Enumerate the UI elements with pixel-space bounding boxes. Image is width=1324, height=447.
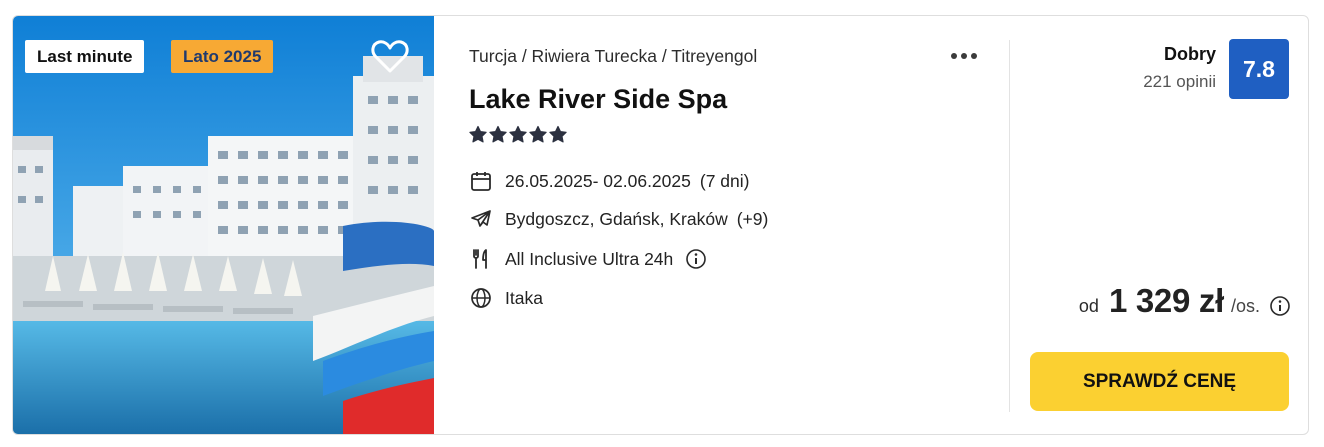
star-icon [469, 125, 487, 143]
price-amount: 1 329 zł [1108, 282, 1224, 319]
star-icon [529, 125, 547, 143]
more-dots-icon [949, 46, 979, 63]
hotel-image [13, 16, 434, 434]
breadcrumb[interactable]: Turcja / Riwiera Turecka / Titreyengol [469, 46, 757, 67]
hotel-name[interactable]: Lake River Side Spa [469, 84, 727, 115]
price-prefix: od [1078, 296, 1099, 316]
hotel-stars [469, 124, 579, 146]
price: od 1 329 zł /os. [1079, 282, 1260, 320]
globe-icon [469, 286, 493, 310]
plane-icon [469, 207, 493, 231]
dates-row: 26.05.2025- 02.06.2025 (7 dni) [469, 168, 749, 194]
price-info-icon[interactable] [1269, 295, 1291, 317]
departure-text: Bydgoszcz, Gdańsk, Kraków [505, 208, 728, 229]
more-options-button[interactable] [949, 45, 985, 67]
dates-text: 26.05.2025- 02.06.2025 [505, 170, 691, 191]
divider [1009, 40, 1010, 412]
operator-text: Itaka [505, 287, 543, 308]
star-icon [489, 125, 507, 143]
rating-label: Dobry [1163, 44, 1216, 64]
offer-card[interactable]: Last minute Lato 2025 Turcja / Riwiera T… [12, 15, 1309, 435]
check-price-button[interactable]: SPRAWDŹ CENĘ [1030, 352, 1289, 411]
departure-more[interactable]: (+9) [737, 209, 769, 230]
rating-score: 7.8 [1229, 39, 1289, 99]
price-suffix: /os. [1230, 296, 1260, 316]
board-row: All Inclusive Ultra 24h [469, 246, 707, 272]
star-icon [549, 125, 567, 143]
calendar-icon [469, 169, 493, 193]
last-minute-badge: Last minute [25, 40, 145, 73]
review-count[interactable]: 221 opinii [1143, 72, 1216, 92]
heart-icon [371, 40, 409, 73]
cutlery-icon [469, 247, 493, 271]
season-badge: Lato 2025 [171, 40, 274, 73]
favorite-button[interactable] [371, 38, 409, 74]
board-text: All Inclusive Ultra 24h [505, 248, 674, 269]
duration-text: (7 dni) [699, 170, 750, 191]
info-icon[interactable] [685, 248, 707, 270]
operator-row: Itaka [469, 285, 543, 311]
star-icon [509, 125, 527, 143]
departure-row: Bydgoszcz, Gdańsk, Kraków (+9) [469, 206, 768, 232]
hotel-photo[interactable]: Last minute Lato 2025 [13, 16, 434, 434]
